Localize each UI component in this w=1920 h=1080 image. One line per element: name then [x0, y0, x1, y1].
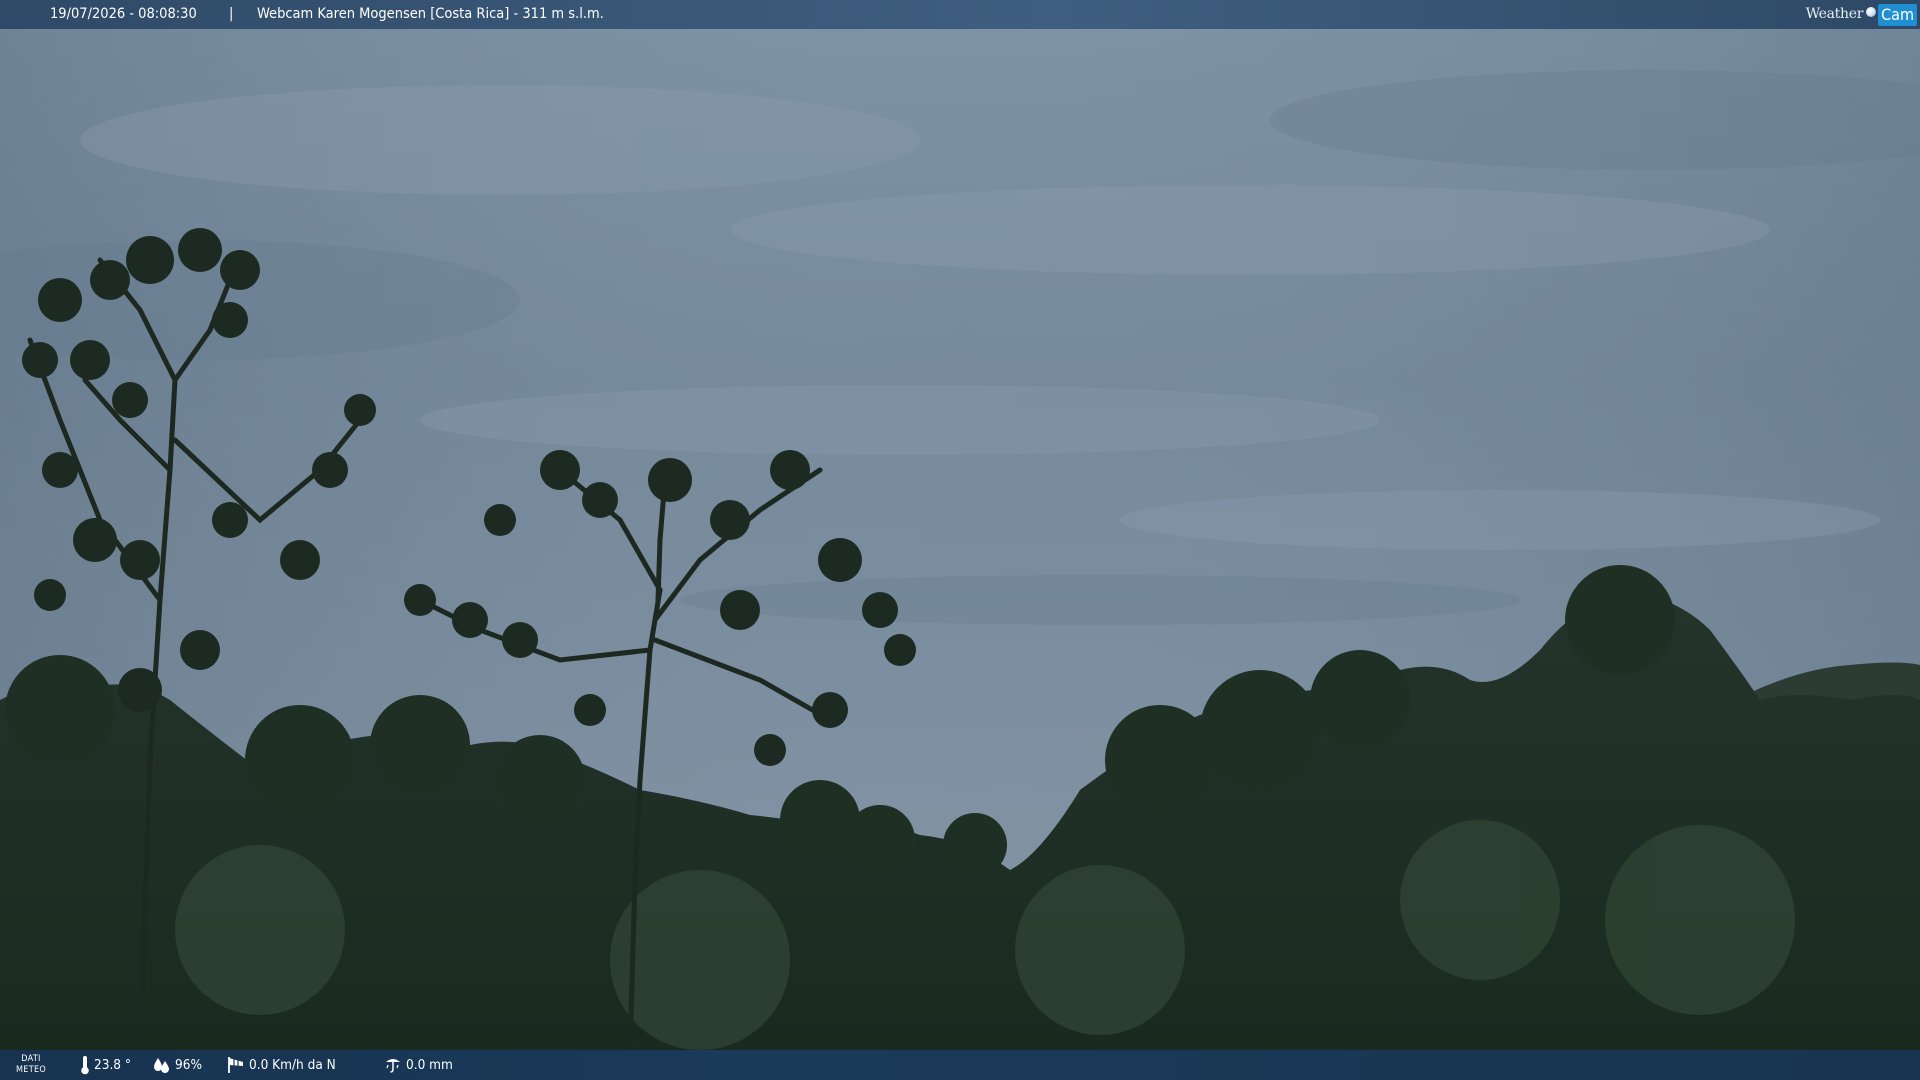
rain-reading: 0.0 mm [384, 1050, 453, 1080]
windsock-icon [228, 1057, 243, 1073]
top-info-bar: 19/07/2026 - 08:08:30 | Webcam Karen Mog… [0, 0, 1920, 29]
wind-value: 0.0 Km/h da N [249, 1057, 336, 1073]
separator: | [229, 6, 234, 22]
webcam-viewport: 19/07/2026 - 08:08:30 | Webcam Karen Mog… [0, 0, 1920, 1080]
weather-data-label: DATI METEO [16, 1054, 46, 1076]
humidity-reading: 96% [153, 1050, 202, 1080]
timestamp: 19/07/2026 - 08:08:30 [50, 6, 197, 22]
temperature-reading: 23.8 ° [80, 1050, 131, 1080]
logo-text-cam: Cam [1878, 3, 1917, 26]
humidity-value: 96% [175, 1057, 202, 1073]
wind-reading: 0.0 Km/h da N [227, 1050, 336, 1080]
logo-text-weather: Weather [1805, 6, 1864, 22]
temperature-value: 23.8 ° [94, 1057, 131, 1073]
thermometer-icon [81, 1056, 89, 1075]
humidity-icon [154, 1058, 169, 1073]
webcam-image [0, 0, 1920, 1080]
camera-title: Webcam Karen Mogensen [Costa Rica] - 311… [257, 6, 604, 22]
weather-data-label-line1: DATI [21, 1054, 41, 1064]
rain-value: 0.0 mm [406, 1057, 453, 1073]
weather-data-bar: DATI METEO 23.8 ° 96% 0.0 Km/h da N 0.0 … [0, 1050, 1920, 1080]
logo-dot-icon [1866, 6, 1877, 17]
weathercam-logo[interactable]: Weather Cam [1806, 0, 1917, 29]
rain-gauge-icon [386, 1059, 400, 1073]
weather-data-label-line2: METEO [16, 1065, 47, 1075]
